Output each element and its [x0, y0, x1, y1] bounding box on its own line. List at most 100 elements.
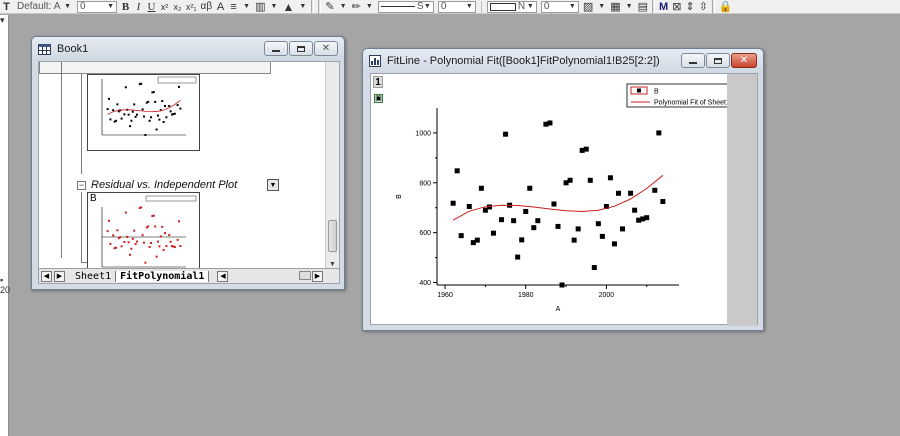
thumb-residual-point [129, 253, 131, 256]
supsub-button[interactable]: x²₁ [184, 0, 199, 13]
tab-fitpolynomial1[interactable]: FitPolynomial1 [115, 270, 210, 282]
thumb-residual-point [168, 234, 171, 237]
thumb-residual-point [148, 245, 151, 248]
scatter-point [652, 187, 658, 193]
line-width-combo[interactable]: 0 ▼ [437, 0, 476, 13]
fill-color-icon[interactable]: ✎ [323, 0, 336, 13]
thumb-point [133, 103, 136, 106]
hatch-pattern-icon[interactable]: ▨ [581, 0, 595, 13]
chevron-down-icon[interactable]: ▼ [623, 0, 636, 13]
superscript-button[interactable]: x² [158, 0, 171, 13]
chevron-down-icon: ▼ [465, 3, 473, 10]
italic-button[interactable]: I [132, 0, 145, 13]
chevron-down-icon[interactable]: ▼ [363, 0, 376, 13]
thumb-legend [157, 76, 197, 84]
line-color-icon[interactable]: ✏ [350, 0, 363, 13]
fitline-graph-window[interactable]: FitLine - Polynomial Fit([Book1]FitPolyn… [362, 48, 764, 331]
font-combo[interactable]: Default: A ▼ [15, 1, 73, 13]
thumb-point [108, 97, 110, 100]
y-tick-label: 800 [419, 180, 431, 187]
chevron-down-icon[interactable]: ▼ [296, 0, 309, 13]
polynomial-fit-chart[interactable]: 400 600 800 1000 1960 1980 2000 A B B Polynomial F… [371, 74, 756, 326]
prev-sheet-button[interactable]: ◀ [41, 270, 52, 282]
minimize-button[interactable] [681, 53, 705, 68]
thumb-residual-point [124, 211, 127, 214]
greek-button[interactable]: αβ [199, 0, 215, 13]
scrollbar-thumb[interactable] [328, 220, 337, 252]
columns-icon[interactable]: ▥ [253, 0, 267, 13]
underline-button[interactable]: U [145, 0, 158, 13]
color-combo[interactable]: N ▼ [486, 0, 537, 13]
book1-window-controls: ✕ [264, 41, 338, 56]
chevron-down-icon[interactable]: ▼ [595, 0, 608, 13]
scatter-point [595, 221, 601, 227]
tab-sheet1[interactable]: Sheet1 [71, 271, 115, 282]
maximize-button[interactable] [706, 53, 730, 68]
chevron-down-icon[interactable]: ▼ [268, 0, 281, 13]
scroll-left-button[interactable]: ◀ [217, 270, 229, 282]
y-axis-label: B [396, 194, 403, 199]
thumb-residual-point [169, 240, 172, 243]
legend-label: B [654, 89, 659, 96]
cross-icon[interactable]: ⊠ [670, 0, 683, 13]
thumb-residual-point [154, 225, 157, 228]
chevron-down-icon: ▼ [568, 3, 576, 10]
scatter-point [499, 217, 505, 223]
thumb-residual-point [158, 245, 161, 248]
book1-sheet-area[interactable]: − Residual vs. Independent Plot ▼ B ▼ ◀ … [38, 61, 340, 284]
scatter-point [575, 226, 581, 232]
thumb-residual-point [152, 214, 155, 217]
fit-curve-thumbnail[interactable] [87, 74, 200, 151]
next-sheet-button[interactable]: ▶ [54, 270, 65, 282]
thumb-residual-point [130, 247, 133, 250]
lock-icon[interactable]: 🔒 [717, 0, 735, 13]
minimize-icon [689, 61, 697, 64]
close-button[interactable]: ✕ [731, 53, 757, 68]
thumb-point [169, 110, 172, 113]
thumb-point [150, 116, 152, 119]
increase-spacing-icon[interactable]: ⇕ [683, 0, 696, 13]
thumb-point [168, 104, 171, 107]
vertical-scrollbar[interactable]: ▼ [325, 62, 339, 270]
close-button[interactable]: ✕ [314, 41, 338, 56]
minimize-button[interactable] [264, 41, 288, 56]
scatter-point [466, 203, 472, 209]
chevron-down-icon[interactable]: ▼ [337, 0, 350, 13]
layer-indicator[interactable]: 1 [373, 76, 383, 88]
decrease-spacing-icon[interactable]: ⇳ [697, 0, 710, 13]
font-grow-button[interactable]: A [214, 0, 227, 13]
align-button[interactable]: ≡ [227, 0, 240, 13]
scroll-right-button[interactable]: ▶ [312, 270, 323, 282]
thumb-residual-point [112, 234, 115, 237]
scatter-point [607, 175, 613, 181]
pattern-combo[interactable]: 0 ▼ [540, 0, 579, 13]
thumb-residual-point [108, 219, 110, 222]
collapse-toggle[interactable]: − [77, 181, 86, 190]
lock-icon[interactable]: ▣ [374, 94, 383, 103]
table-icon[interactable]: ▤ [636, 0, 650, 13]
graph-page[interactable]: 1 ▣ 400 600 800 1000 1960 1980 2000 A B B Polynomi… [370, 73, 758, 326]
section-dropdown-button[interactable]: ▼ [267, 179, 279, 191]
thumb-residual-point [127, 241, 130, 244]
book1-window[interactable]: Book1 ✕ − Residual vs. Independent Plot … [31, 36, 345, 290]
subscript-button[interactable]: x₂ [171, 0, 184, 13]
line-style-combo[interactable]: S ▼ [377, 0, 434, 13]
chevron-down-icon: ▼ [64, 3, 71, 10]
dropdown-icon[interactable]: ▾ [0, 15, 5, 26]
merge-icon[interactable]: M [657, 0, 670, 13]
x-axis-label: A [556, 306, 561, 313]
text-color-icon[interactable]: ▲ [281, 0, 297, 13]
grid-icon[interactable]: ▦ [608, 0, 622, 13]
thumb-residual-point [162, 248, 165, 251]
scroll-down-icon[interactable]: ▼ [329, 261, 336, 268]
fitline-window-controls: ✕ [681, 53, 757, 68]
maximize-button[interactable] [289, 41, 313, 56]
font-size-combo[interactable]: 0 ▼ [77, 0, 117, 13]
bold-button[interactable]: B [119, 0, 132, 13]
thumb-point [116, 103, 119, 106]
scatter-point [599, 233, 605, 239]
horizontal-scroll-thumb[interactable] [299, 271, 311, 280]
text-tool-icon[interactable]: T [0, 0, 13, 13]
y-tick-label: 400 [419, 280, 431, 287]
chevron-down-icon[interactable]: ▼ [240, 0, 253, 13]
